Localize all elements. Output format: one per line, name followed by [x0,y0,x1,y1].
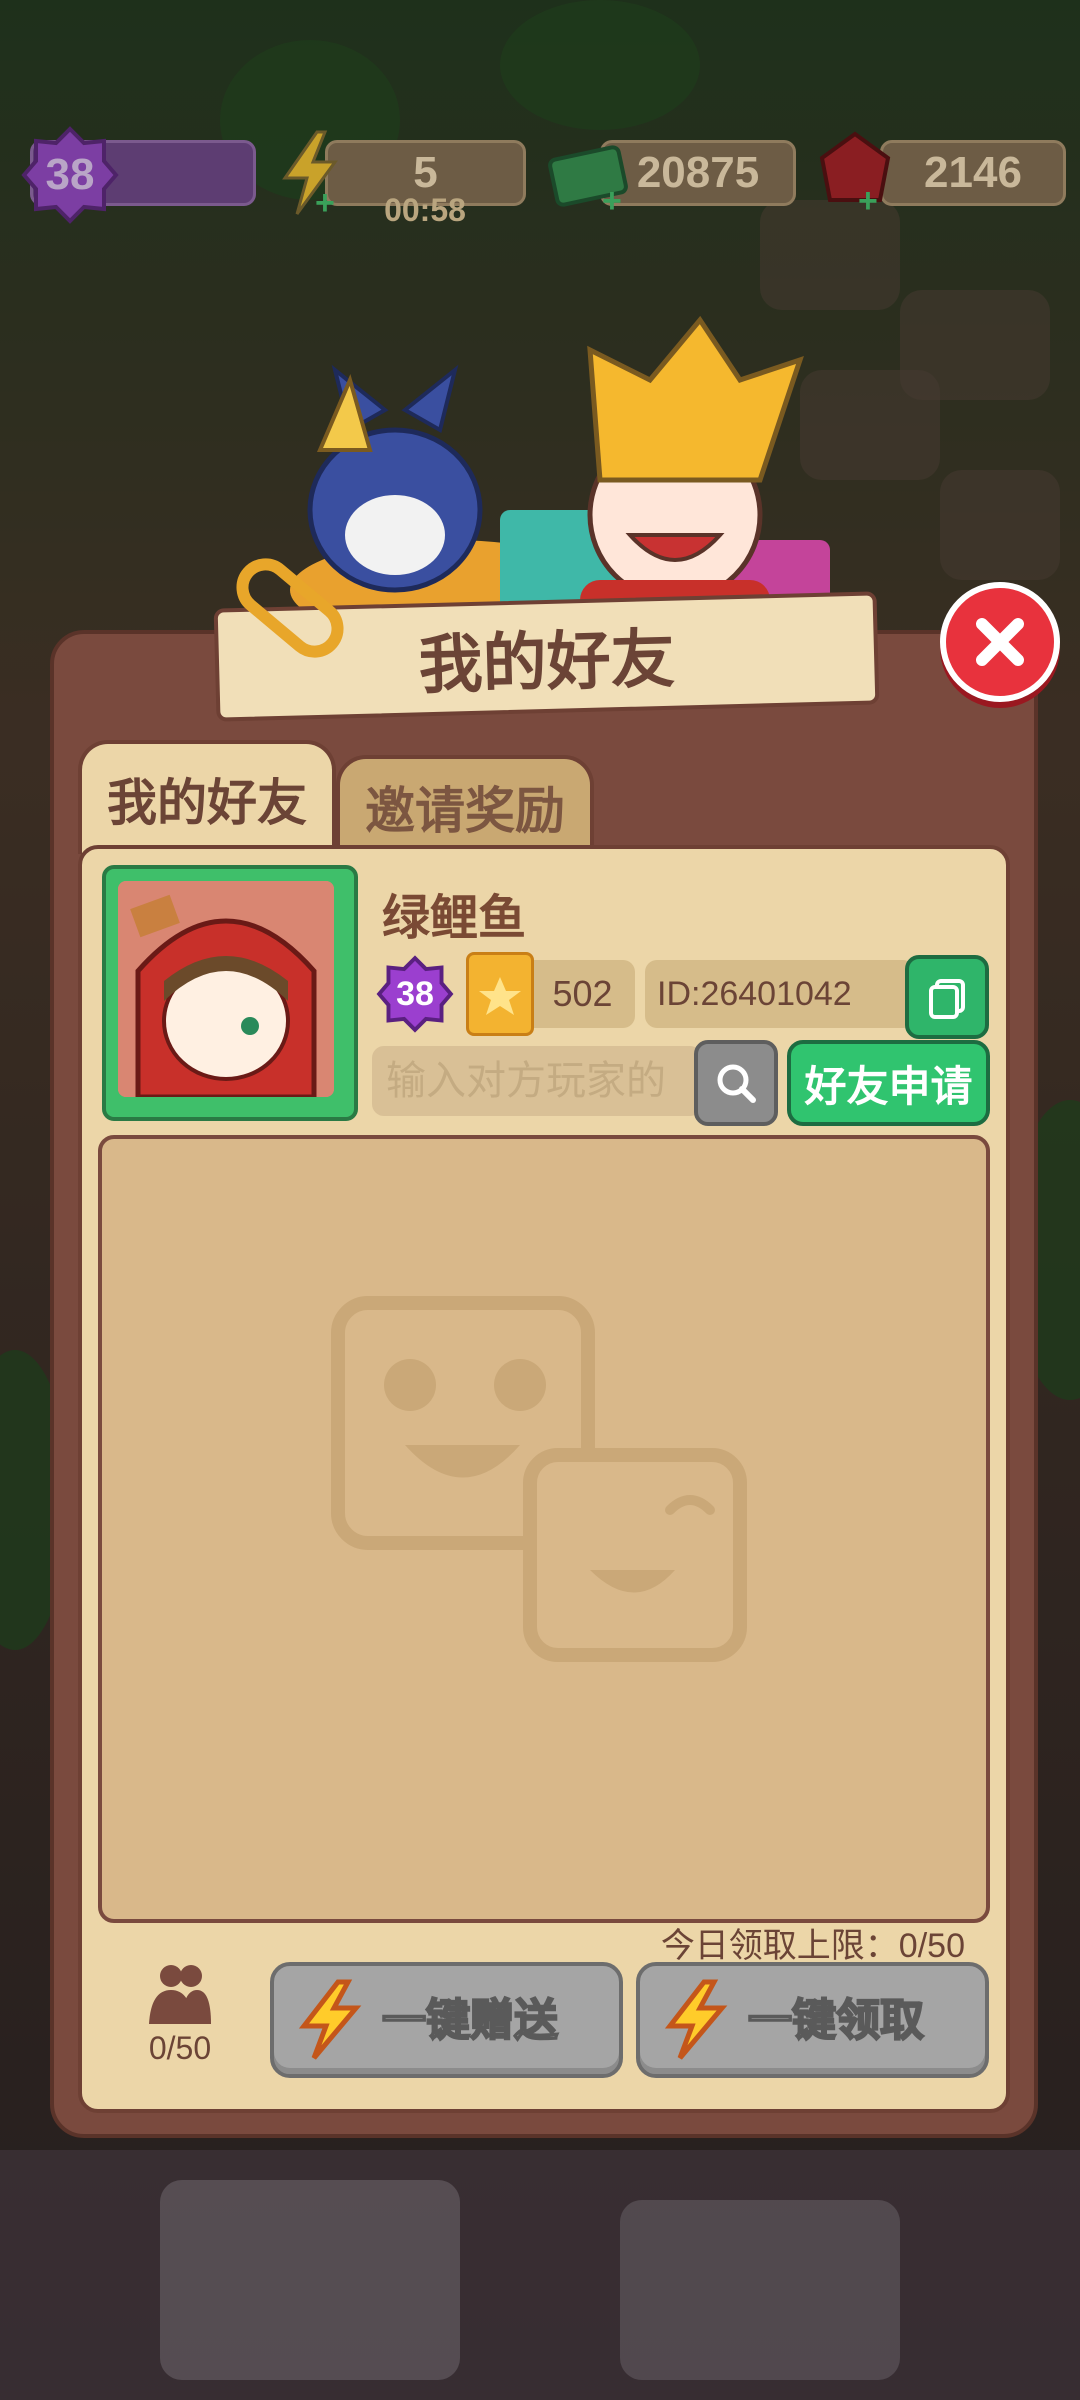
gem-icon [819,131,891,202]
add-energy-icon[interactable]: + [315,186,341,220]
gem-counter: 2146 [880,140,1066,206]
avatar [118,881,334,1097]
player-level: 38 [396,974,434,1013]
panel-title: 我的好友 [417,622,676,701]
gem-value: 2146 [924,148,1022,197]
friend-request-button[interactable]: 好友申请 [787,1040,990,1126]
gift-all-button[interactable]: 一键赠送 [270,1962,623,2078]
copy-icon [929,979,965,1019]
energy-value: 5 [413,148,438,197]
add-cash-icon[interactable]: + [602,184,628,218]
add-gem-icon[interactable]: + [858,184,884,218]
player-search-input[interactable] [372,1046,702,1116]
daily-claim-limit: 今日领取上限：0/50 [660,1927,965,1965]
player-nickname: 绿鲤鱼 [382,892,527,945]
friend-count: 0/50 [148,2030,212,2066]
level-value: 38 [45,150,95,199]
gift-all-label: 一键赠送 [381,1995,559,2046]
paperclip-icon [236,558,344,658]
close-icon [976,618,1024,666]
cash-value: 20875 [636,148,760,197]
tab-invite-rewards[interactable]: 邀请奖励 [336,755,594,854]
search-icon [717,1064,756,1103]
energy-timer: 00:58 [384,192,466,228]
claim-all-button[interactable]: 一键领取 [636,1962,989,2078]
player-score: 502 [552,973,613,1014]
friends-icon [149,1965,211,2024]
star-clipboard-icon [466,952,534,1036]
close-button[interactable] [940,582,1060,702]
lightning-icon [298,1979,362,2060]
player-id: ID:26401042 [645,960,915,1028]
empty-smiley-icon [331,1296,747,1662]
claim-all-label: 一键领取 [747,1995,925,2046]
copy-id-button[interactable] [905,955,989,1039]
search-button[interactable] [694,1040,778,1126]
lightning-icon [664,1979,728,2060]
tab-my-friends[interactable]: 我的好友 [78,740,336,854]
